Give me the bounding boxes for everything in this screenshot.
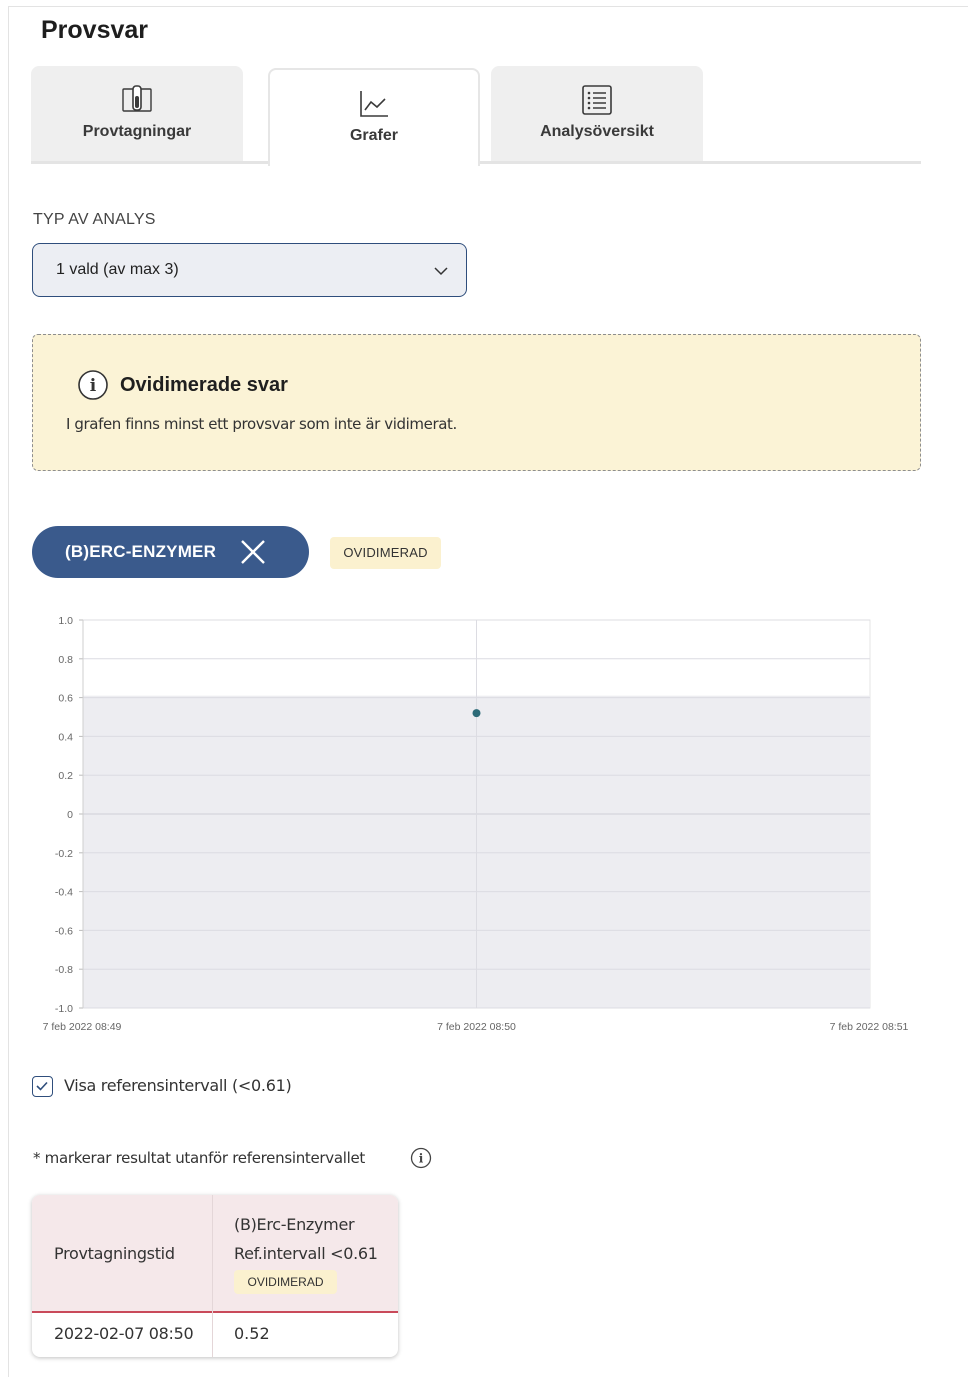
- close-icon[interactable]: [240, 539, 266, 565]
- results-table: Provtagningstid (B)Erc-Enzymer Ref.inter…: [32, 1195, 398, 1357]
- x-tick-label: 7 feb 2022 08:50: [437, 1021, 516, 1033]
- tab-label: Grafer: [349, 127, 399, 144]
- x-tick-label: 7 feb 2022 08:51: [830, 1021, 909, 1033]
- unverified-warning: i Ovidimerade svar I grafen finns minst …: [32, 334, 921, 471]
- y-tick-label: 1.0: [58, 615, 73, 627]
- y-tick-label: 0: [67, 809, 73, 821]
- analysis-chip[interactable]: (B)ERC-ENZYMER: [32, 526, 309, 578]
- svg-text:i: i: [419, 1152, 424, 1166]
- analysis-type-select[interactable]: 1 vald (av max 3): [32, 243, 467, 297]
- reference-note: * markerar resultat utanför referensinte…: [33, 1149, 365, 1167]
- y-tick-label: -1.0: [55, 1003, 73, 1015]
- header-time: Provtagningstid: [54, 1244, 175, 1263]
- analysis-type-label: TYP AV ANALYS: [33, 211, 156, 228]
- y-tick-label: -0.2: [55, 848, 73, 860]
- y-tick-label: -0.8: [55, 964, 73, 976]
- analysis-type-value: 1 vald (av max 3): [56, 261, 179, 278]
- warning-text: I grafen finns minst ett provsvar som in…: [66, 415, 457, 433]
- checkbox[interactable]: [32, 1076, 53, 1097]
- test-tube-icon: [122, 85, 152, 112]
- svg-text:i: i: [90, 376, 97, 396]
- chevron-down-icon: [434, 267, 448, 276]
- line-chart-icon: [360, 91, 388, 117]
- info-icon[interactable]: i: [410, 1147, 432, 1169]
- tab-grafer[interactable]: Grafer: [268, 68, 480, 166]
- y-tick-label: 0.8: [58, 654, 73, 666]
- cell-time: 2022-02-07 08:50: [54, 1324, 194, 1343]
- cell-value: 0.52: [234, 1324, 270, 1343]
- y-tick-label: 0.6: [58, 693, 73, 705]
- tab-label: Analysöversikt: [540, 123, 654, 140]
- header-analysis: (B)Erc-Enzymer: [234, 1215, 355, 1234]
- page-title: Provsvar: [41, 16, 149, 44]
- checkbox-label: Visa referensintervall (<0.61): [64, 1076, 292, 1095]
- tab-label: Provtagningar: [82, 123, 192, 140]
- unverified-badge: OVIDIMERAD: [234, 1270, 337, 1294]
- tab-provtagningar[interactable]: Provtagningar: [31, 66, 243, 161]
- results-chart: 1.0 0.8 0.6 0.4 0.2 0 -0.2 -0.4 -0.6 -0.8 -1.0 7 fe…: [0, 600, 974, 1040]
- warning-title: Ovidimerade svar: [120, 374, 288, 396]
- header-ref-interval: Ref.intervall <0.61: [234, 1244, 378, 1263]
- column-divider: [212, 1195, 213, 1357]
- chip-label: (B)ERC-ENZYMER: [65, 542, 217, 561]
- y-tick-label: 0.4: [58, 731, 73, 743]
- x-tick-label: 7 feb 2022 08:49: [43, 1021, 122, 1033]
- y-tick-label: -0.6: [55, 925, 73, 937]
- tab-bar: Provtagningar Grafer Analysöversikt: [31, 66, 921, 166]
- data-point: [472, 709, 481, 718]
- tab-analysoversikt[interactable]: Analysöversikt: [491, 66, 703, 161]
- y-tick-label: -0.4: [55, 887, 73, 899]
- info-icon: i: [78, 370, 108, 400]
- y-tick-label: 0.2: [58, 770, 73, 782]
- list-icon: [582, 85, 612, 115]
- checkmark-icon: [36, 1081, 48, 1091]
- chart-canvas: 1.0 0.8 0.6 0.4 0.2 0 -0.2 -0.4 -0.6 -0.8 -1.0 7 fe…: [43, 615, 909, 1033]
- unverified-badge: OVIDIMERAD: [330, 537, 441, 569]
